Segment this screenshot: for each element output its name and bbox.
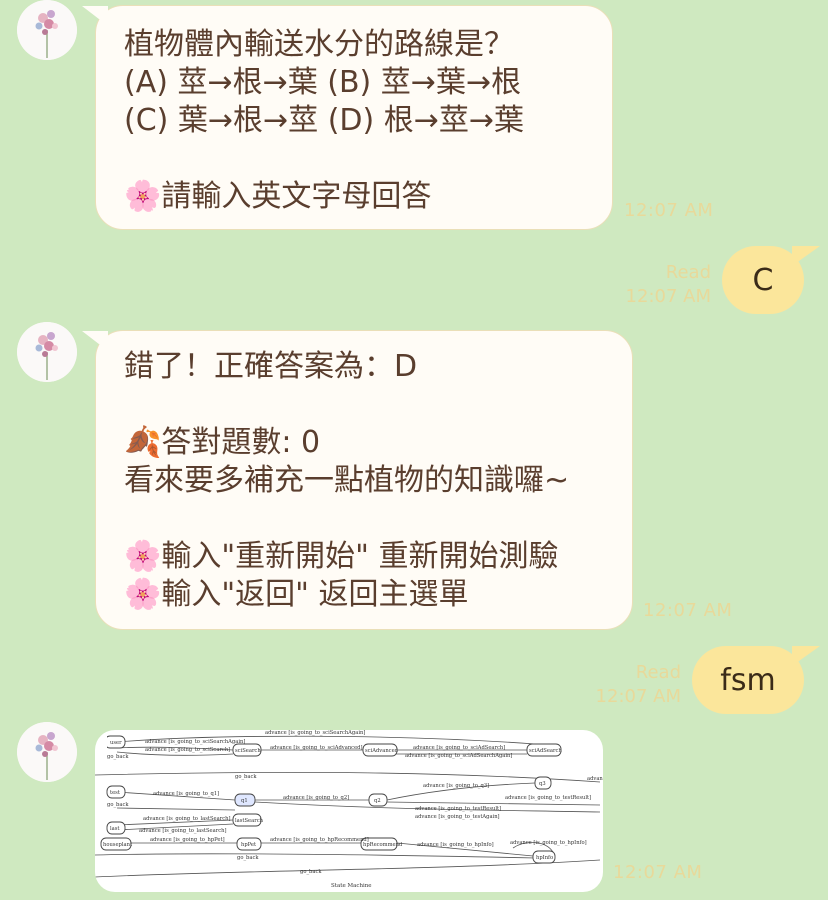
svg-text:advance: advance [587, 776, 603, 782]
svg-text:hpPet: hpPet [241, 842, 257, 848]
svg-text:q3: q3 [539, 781, 546, 787]
flower-bouquet-icon [17, 322, 77, 382]
user-message-command: fsm [692, 646, 820, 714]
svg-text:advance [is_going_to_sciAdSear: advance [is_going_to_sciAdSearch] [413, 745, 505, 751]
message-time: 12:07 AM [613, 862, 703, 883]
bot-message-question: 植物體內輸送水分的路線是？ (A) 莖→根→葉 (B) 莖→葉→根 (C) 葉→… [82, 5, 613, 230]
svg-text:advance [is_going_to_hpRecomme: advance [is_going_to_hpRecommend] [270, 837, 369, 843]
flower-bouquet-icon [17, 722, 77, 782]
svg-text:q1: q1 [241, 798, 248, 804]
svg-text:advance [is_going_to_testAgain: advance [is_going_to_testAgain] [415, 814, 500, 820]
svg-text:advance [is_going_to_sciSearch: advance [is_going_to_sciSearchAgain] [145, 739, 245, 745]
svg-text:last: last [110, 826, 120, 832]
message-time: 12:07 AM [624, 200, 714, 221]
svg-text:sciAdSearch: sciAdSearch [529, 748, 562, 754]
bot-avatar[interactable] [17, 322, 77, 382]
svg-text:advance [is_going_to_testResul: advance [is_going_to_testResult] [415, 806, 501, 812]
svg-text:advance [is_going_to_q1]: advance [is_going_to_q1] [153, 791, 219, 797]
svg-text:advance [is_going_to_sciAdvanc: advance [is_going_to_sciAdvanced] [270, 745, 362, 751]
svg-text:advance [is_going_to_lastSearc: advance [is_going_to_lastSearch] [143, 816, 230, 822]
svg-text:advance [is_going_to_sciSearch: advance [is_going_to_sciSearchAgain] [265, 730, 365, 736]
user-message-answer: C [722, 246, 820, 314]
svg-text:test: test [110, 790, 121, 796]
svg-text:advance [is_going_to_sciSearch: advance [is_going_to_sciSearch] [145, 747, 230, 753]
svg-text:lastSearch: lastSearch [235, 818, 264, 824]
message-text: fsm [720, 662, 776, 698]
svg-text:advance [is_going_to_q2]: advance [is_going_to_q2] [283, 795, 349, 801]
state-machine-diagram: user sciSearch sciAdvanced sciAdSearch t… [95, 730, 603, 889]
message-meta: Read 12:07 AM [570, 661, 681, 709]
svg-text:advance [is_going_to_hpInfo]: advance [is_going_to_hpInfo] [510, 840, 587, 846]
svg-text:advance [is_going_to_sciAdSear: advance [is_going_to_sciAdSearchAgain] [405, 753, 512, 759]
svg-text:go_back: go_back [107, 754, 129, 760]
flower-bouquet-icon [17, 0, 77, 60]
svg-text:go_back: go_back [235, 774, 257, 780]
svg-text:advance [is_going_to_q3]: advance [is_going_to_q3] [423, 783, 489, 789]
message-meta: Read 12:07 AM [600, 261, 711, 309]
svg-text:advance [is_going_to_lastSearc: advance [is_going_to_lastSearch] [139, 828, 226, 834]
message-text: C [752, 262, 774, 298]
message-time: 12:07 AM [625, 286, 711, 307]
diagram-title: State Machine [331, 883, 372, 889]
bot-avatar[interactable] [17, 0, 77, 60]
svg-text:houseplant: houseplant [103, 842, 133, 848]
svg-text:hpRecommend: hpRecommend [363, 842, 403, 848]
message-text: 錯了！正確答案為：D 🍂答對題數: 0 看來要多補充一點植物的知識囉~ 🌸輸入"… [124, 349, 570, 612]
svg-text:hpInfo: hpInfo [536, 855, 553, 861]
svg-text:go_back: go_back [300, 869, 322, 875]
svg-text:sciAdvanced: sciAdvanced [365, 748, 399, 754]
svg-text:q2: q2 [374, 798, 381, 804]
message-time: 12:07 AM [595, 686, 681, 707]
svg-text:advance [is_going_to_testResul: advance [is_going_to_testResult] [505, 795, 591, 801]
svg-text:user: user [110, 740, 122, 746]
bot-avatar[interactable] [17, 722, 77, 782]
bot-message-result: 錯了！正確答案為：D 🍂答對題數: 0 看來要多補充一點植物的知識囉~ 🌸輸入"… [82, 330, 633, 630]
read-receipt: Read [665, 262, 711, 283]
message-time: 12:07 AM [643, 600, 733, 621]
svg-text:sciSearch: sciSearch [235, 748, 261, 754]
svg-text:advance [is_going_to_hpInfo]: advance [is_going_to_hpInfo] [417, 842, 494, 848]
state-machine-image[interactable]: user sciSearch sciAdvanced sciAdSearch t… [95, 730, 603, 892]
read-receipt: Read [635, 662, 681, 683]
message-text: 植物體內輸送水分的路線是？ (A) 莖→根→葉 (B) 莖→葉→根 (C) 葉→… [124, 27, 525, 214]
svg-text:go_back: go_back [237, 855, 259, 861]
svg-text:go_back: go_back [107, 802, 129, 808]
svg-text:advance [is_going_to_hpPet]: advance [is_going_to_hpPet] [150, 837, 225, 843]
